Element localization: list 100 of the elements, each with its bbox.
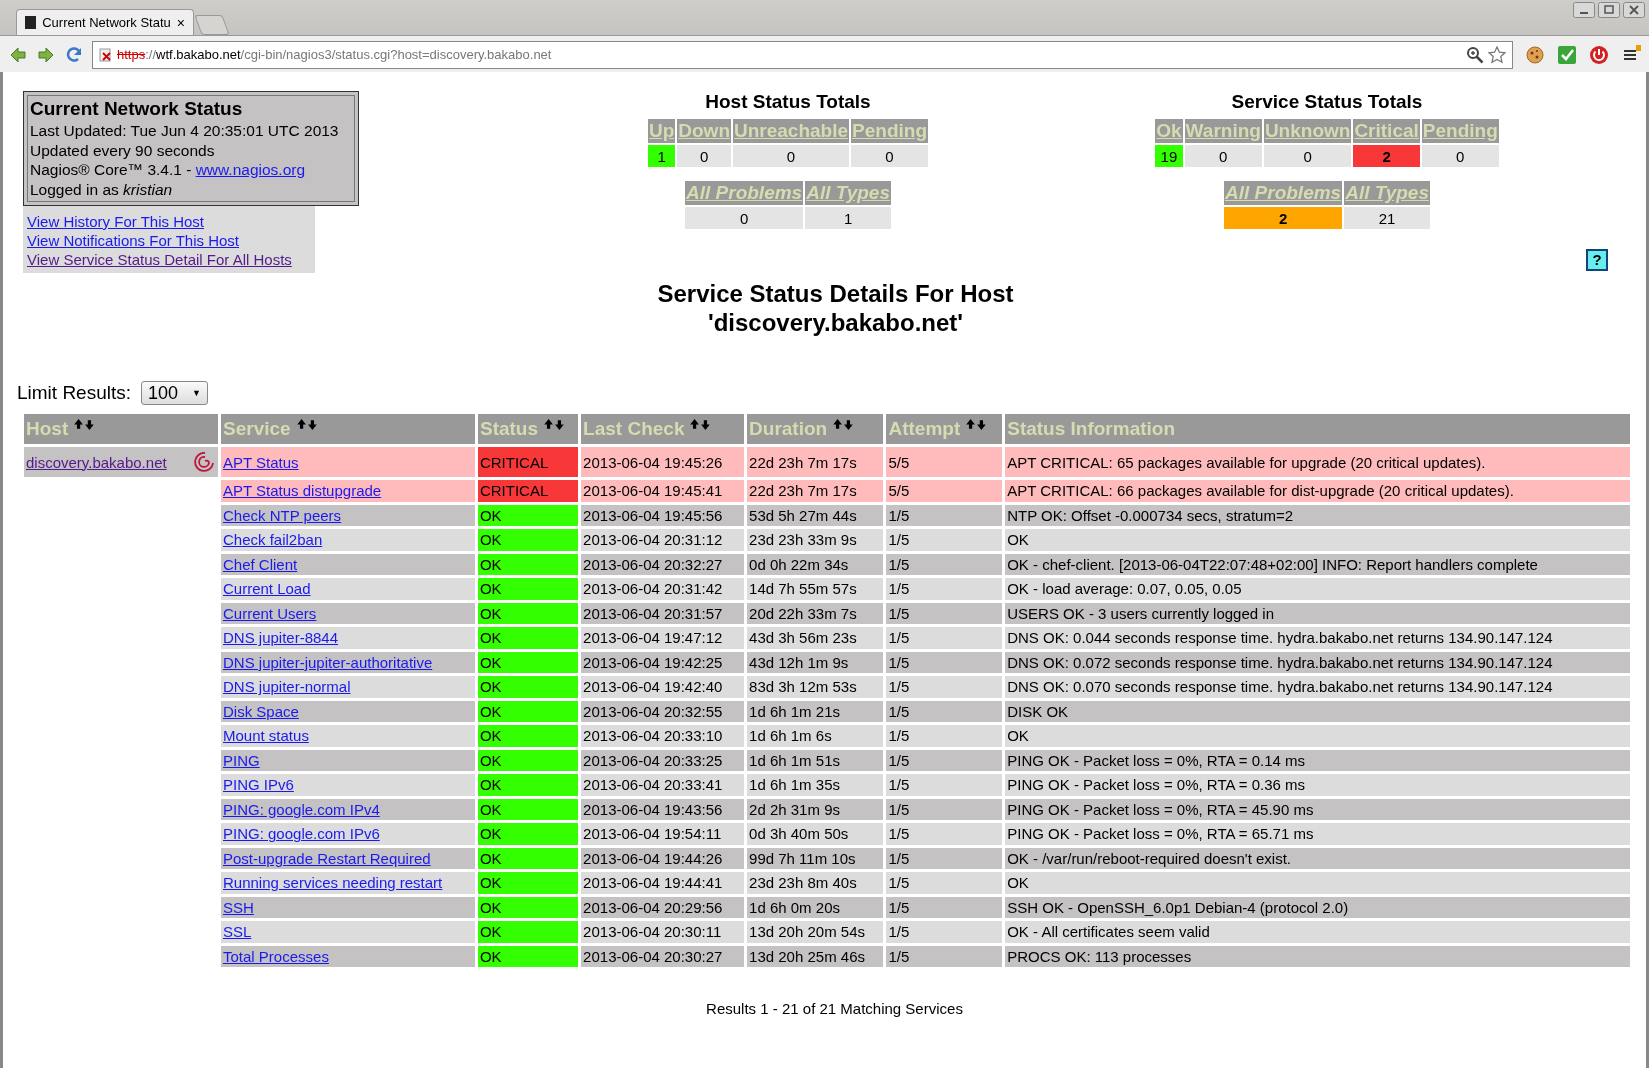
address-field[interactable]: https://wtf.bakabo.net/cgi-bin/nagios3/status.cgi?host=discovery.bakabo.net	[92, 40, 1513, 69]
table-cell: 1/5	[886, 725, 1003, 747]
sort-arrows-icon[interactable]	[544, 418, 565, 431]
bookmark-star-icon[interactable]	[1488, 45, 1506, 64]
status-cell: CRITICAL	[477, 480, 579, 502]
service-link[interactable]: SSH	[223, 898, 254, 916]
results-count-text: Results 1 - 21 of 21 Matching Services	[705, 1000, 964, 1017]
service-link[interactable]: Check NTP peers	[223, 506, 342, 524]
table-cell: PING OK - Packet loss = 0%, RTA = 0.14 ms	[1005, 749, 1630, 771]
status-cell: CRITICAL	[477, 447, 579, 477]
table-cell: 2013-06-04 19:54:11	[581, 823, 745, 845]
sort-arrows-icon[interactable]	[74, 418, 95, 431]
table-cell: 2013-06-04 19:43:56	[581, 798, 745, 820]
service-link[interactable]: PING IPv6	[223, 776, 294, 794]
status-cell: OK	[477, 676, 579, 698]
service-link[interactable]: Mount status	[223, 727, 309, 745]
service-link[interactable]: PING	[223, 751, 260, 769]
service-link[interactable]: Chef Client	[223, 555, 298, 573]
close-tab-button[interactable]: ×	[176, 14, 185, 31]
totals-title: Host Status Totals	[705, 91, 871, 113]
status-cell: OK	[477, 798, 579, 820]
table-cell: 1/5	[886, 896, 1003, 918]
nagios-favicon-icon	[25, 16, 37, 29]
table-cell: 1d 6h 0m 20s	[747, 896, 884, 918]
browser-tab[interactable]: Current Network Statu ×	[16, 9, 194, 35]
table-cell: 2013-06-04 20:31:42	[581, 578, 745, 600]
status-cell: OK	[477, 847, 579, 869]
table-cell: OK	[1005, 529, 1630, 551]
service-link[interactable]: Total Processes	[223, 947, 329, 965]
count-cell: 19	[1155, 145, 1183, 167]
nav-link[interactable]: View History For This Host	[27, 213, 204, 230]
table-cell: 1d 6h 1m 21s	[747, 700, 884, 722]
sort-arrows-icon[interactable]	[833, 418, 854, 431]
nav-link[interactable]: View Service Status Detail For All Hosts	[27, 251, 292, 268]
service-link[interactable]: Post-upgrade Restart Required	[223, 849, 431, 867]
status-cell: OK	[477, 700, 579, 722]
table-cell: 1/5	[886, 872, 1003, 894]
minimize-icon[interactable]	[1573, 2, 1595, 18]
table-cell: 1/5	[886, 504, 1003, 526]
reload-icon[interactable]	[64, 44, 84, 65]
swirl-icon	[192, 450, 216, 474]
column-label: Service	[223, 418, 291, 439]
table-cell: 13d 20h 20m 54s	[747, 921, 884, 943]
table-cell: APT CRITICAL: 65 packages available for upgrade (20 critical updates).	[1005, 447, 1630, 477]
service-link[interactable]: Current Load	[223, 580, 311, 598]
table-cell: 13d 20h 25m 46s	[747, 945, 884, 967]
sort-arrows-icon[interactable]	[966, 418, 987, 431]
table-cell: OK	[1005, 872, 1630, 894]
service-link[interactable]: DNS jupiter-8844	[223, 629, 339, 647]
table-cell: 1/5	[886, 627, 1003, 649]
status-cell: OK	[477, 823, 579, 845]
table-cell: 2013-06-04 19:45:41	[581, 480, 745, 502]
table-cell: 23d 23h 33m 9s	[747, 529, 884, 551]
close-window-icon[interactable]	[1623, 2, 1645, 18]
table-cell: 2013-06-04 20:33:10	[581, 725, 745, 747]
table-cell: 1d 6h 1m 6s	[747, 725, 884, 747]
panel-title: Current Network Status	[30, 97, 244, 121]
service-link[interactable]: DNS jupiter-normal	[223, 678, 351, 696]
service-link[interactable]: DNS jupiter-jupiter-authoritative	[223, 653, 433, 671]
column-label: Host	[26, 418, 69, 439]
service-link[interactable]: Disk Space	[223, 702, 299, 720]
table-cell: PING OK - Packet loss = 0%, RTA = 65.71 ms	[1005, 823, 1630, 845]
service-link[interactable]: APT Status distupgrade	[223, 482, 382, 500]
table-cell: OK	[1005, 725, 1630, 747]
checkmark-icon[interactable]	[1557, 44, 1577, 65]
table-cell: 5/5	[886, 447, 1003, 477]
table-cell: 1/5	[886, 847, 1003, 869]
service-link[interactable]: Check fail2ban	[223, 531, 323, 549]
table-cell: 1/5	[886, 578, 1003, 600]
host-link[interactable]: discovery.bakabo.net	[26, 453, 167, 471]
service-link[interactable]: PING: google.com IPv6	[223, 825, 380, 843]
help-button[interactable]: ?	[1586, 249, 1608, 271]
table-cell: 1/5	[886, 676, 1003, 698]
maximize-icon[interactable]	[1598, 2, 1620, 18]
table-cell: DNS OK: 0.044 seconds response time. hydra.bakabo.net returns 134.90.147.124	[1005, 627, 1630, 649]
limit-results-dropdown[interactable]: 100 ▼	[141, 381, 208, 405]
status-cell: OK	[477, 602, 579, 624]
nagios-link[interactable]: www.nagios.org	[195, 161, 306, 178]
service-link[interactable]: Running services needing restart	[223, 874, 443, 892]
count-cell: 0	[851, 145, 928, 167]
status-cell: OK	[477, 553, 579, 575]
service-link[interactable]: SSL	[223, 923, 252, 941]
zoom-icon[interactable]	[1466, 45, 1484, 64]
status-cell: OK	[477, 578, 579, 600]
sort-arrows-icon[interactable]	[296, 418, 317, 431]
table-cell: 99d 7h 11m 10s	[747, 847, 884, 869]
table-cell: OK - All certificates seem valid	[1005, 921, 1630, 943]
table-cell: DNS OK: 0.072 seconds response time. hydra.bakabo.net returns 134.90.147.124	[1005, 651, 1630, 673]
table-cell: 2013-06-04 20:31:12	[581, 529, 745, 551]
count-cell: 0	[1421, 145, 1499, 167]
power-icon[interactable]	[1589, 44, 1609, 65]
cookie-icon[interactable]	[1525, 44, 1545, 65]
nav-link[interactable]: View Notifications For This Host	[27, 232, 240, 249]
tab-title: Current Network Statu	[42, 15, 171, 30]
service-link[interactable]: APT Status	[223, 453, 299, 471]
status-cell: OK	[477, 774, 579, 796]
service-link[interactable]: Current Users	[223, 604, 317, 622]
service-link[interactable]: PING: google.com IPv4	[223, 800, 380, 818]
sort-arrows-icon[interactable]	[690, 418, 711, 431]
table-cell: USERS OK - 3 users currently logged in	[1005, 602, 1630, 624]
